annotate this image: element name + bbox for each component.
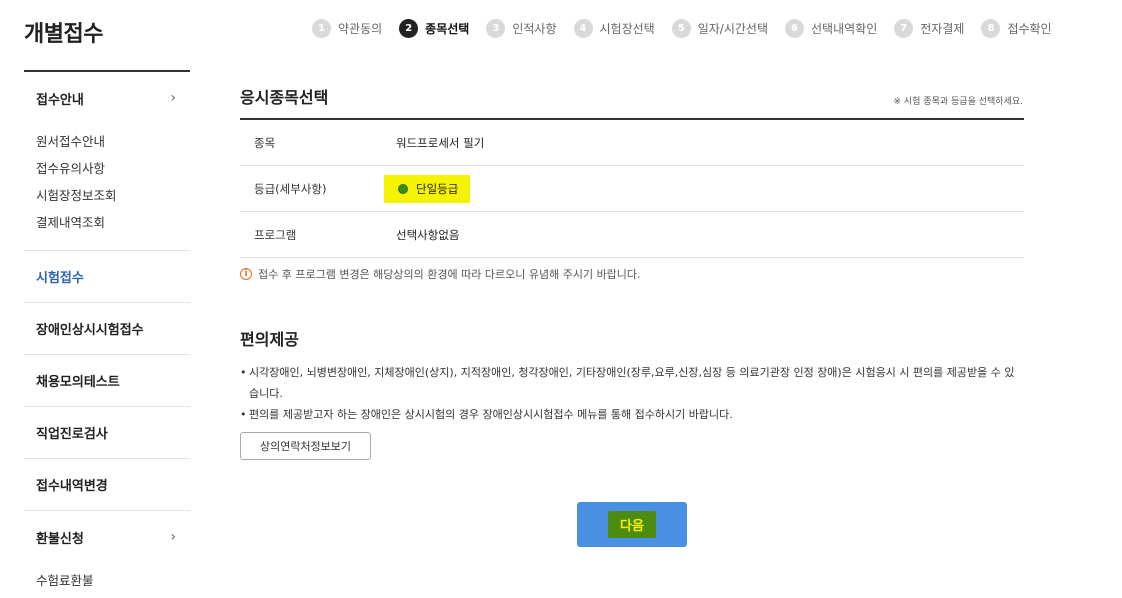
grade-value: 단일등급	[416, 181, 459, 196]
exam-select-note: ※ 시험 종목과 등급을 선택하세요.	[893, 97, 1024, 107]
grade-radio-single[interactable]: 단일등급	[384, 174, 471, 203]
step-number: 8	[981, 19, 1001, 38]
radio-selected-icon[interactable]	[398, 183, 408, 194]
exam-info-table: 종목 워드프로세서 필기 등급(세부사항) 단일등급 프로그램 선택사항없음	[240, 118, 1024, 258]
sidebar-submenu-guide: 원서접수안내 접수유의사항 시험장정보조회 결제내역조회	[24, 124, 190, 251]
sidebar-item-change[interactable]: 접수내역변경	[24, 459, 190, 511]
step-6: 6 선택내역확인	[785, 19, 877, 38]
sidebar-subitem[interactable]: 결제내역조회	[36, 209, 190, 236]
sidebar-subitem[interactable]: 접수유의사항	[36, 155, 190, 182]
next-button-label: 다음	[608, 511, 656, 538]
bullet-icon: •	[240, 366, 247, 379]
step-label: 종목선택	[425, 22, 470, 36]
step-number: 7	[894, 19, 914, 38]
sidebar-item-label: 접수안내	[36, 92, 84, 108]
page-title: 개별접수	[24, 22, 103, 47]
sidebar-item-refund[interactable]: 환불신청 ›	[24, 511, 190, 563]
grade-label: 등급(세부사항)	[254, 181, 327, 196]
table-row: 등급(세부사항) 단일등급	[240, 166, 1024, 212]
step-5: 5 일자/시간선택	[671, 19, 769, 38]
convenience-title: 편의제공	[240, 330, 299, 349]
bullet-text: 시각장애인, 뇌병변장애인, 지체장애인(상지), 지적장애인, 청각장애인, …	[249, 366, 1015, 400]
subject-label: 종목	[254, 135, 276, 150]
sidebar-item-disabled-apply[interactable]: 장애인상시시험접수	[24, 303, 190, 355]
sidebar-item-label: 환불신청	[36, 531, 84, 547]
step-label: 약관동의	[338, 22, 383, 36]
program-value: 선택사항없음	[396, 227, 460, 242]
step-1: 1 약관동의	[312, 19, 382, 38]
sidebar-item-guide[interactable]: 접수안내 ›	[24, 72, 190, 124]
sidebar-submenu-refund: 수험료환불	[24, 563, 190, 598]
step-number: 6	[785, 19, 805, 38]
sidebar-subitem[interactable]: 수험료환불	[36, 567, 190, 594]
step-label: 인적사항	[512, 22, 557, 36]
step-4: 4 시험장선택	[573, 19, 655, 38]
step-number: 2	[399, 19, 419, 38]
sidebar-subitem[interactable]: 원서접수안내	[36, 128, 190, 155]
step-label: 접수확인	[1007, 22, 1052, 36]
next-button[interactable]: 다음	[577, 502, 687, 547]
list-item: • 편의를 제공받고자 하는 장애인은 상시시험의 경우 장애인상시시험접수 메…	[240, 404, 1020, 425]
chevron-right-icon: ›	[170, 529, 176, 545]
step-number: 3	[486, 19, 506, 38]
bullet-text: 편의를 제공받고자 하는 장애인은 상시시험의 경우 장애인상시시험접수 메뉴를…	[249, 408, 733, 421]
exam-select-title: 응시종목선택	[240, 88, 329, 107]
subject-value: 워드프로세서 필기	[396, 135, 485, 150]
step-3: 3 인적사항	[486, 19, 557, 38]
step-label: 선택내역확인	[811, 22, 878, 36]
warning-text: 접수 후 프로그램 변경은 해당상의의 환경에 따라 다르오니 유념해 주시기 …	[258, 268, 641, 281]
step-number: 5	[671, 19, 691, 38]
step-label: 전자결제	[920, 22, 965, 36]
chevron-right-icon: ›	[170, 90, 176, 106]
sidebar-item-career-test[interactable]: 직업진로검사	[24, 407, 190, 459]
sidebar-item-exam-apply[interactable]: 시험접수	[24, 251, 190, 303]
step-label: 시험장선택	[599, 22, 655, 36]
info-icon: i	[240, 268, 252, 280]
table-row: 프로그램 선택사항없음	[240, 212, 1024, 258]
step-8: 8 접수확인	[981, 19, 1052, 38]
step-label: 일자/시간선택	[697, 22, 769, 36]
contact-info-button[interactable]: 상의연락처정보보기	[240, 432, 371, 460]
bullet-icon: •	[240, 408, 247, 421]
step-indicator: 1 약관동의 2 종목선택 3 인적사항 4 시험장선택 5 일자/시간선택 6 선택내역확…	[312, 19, 1069, 38]
step-2: 2 종목선택	[399, 19, 469, 38]
table-row: 종목 워드프로세서 필기	[240, 120, 1024, 166]
convenience-list: • 시각장애인, 뇌병변장애인, 지체장애인(상지), 지적장애인, 청각장애인…	[240, 362, 1020, 425]
program-warning: i 접수 후 프로그램 변경은 해당상의의 환경에 따라 다르오니 유념해 주시…	[240, 266, 641, 282]
sidebar: 접수안내 › 원서접수안내 접수유의사항 시험장정보조회 결제내역조회 시험접수…	[24, 70, 190, 598]
step-number: 1	[312, 19, 331, 38]
step-7: 7 전자결제	[894, 19, 964, 38]
step-number: 4	[573, 19, 593, 38]
sidebar-item-mock-test[interactable]: 채용모의테스트	[24, 355, 190, 407]
list-item: • 시각장애인, 뇌병변장애인, 지체장애인(상지), 지적장애인, 청각장애인…	[240, 362, 1020, 404]
program-label: 프로그램	[254, 227, 297, 242]
sidebar-subitem[interactable]: 시험장정보조회	[36, 182, 190, 209]
